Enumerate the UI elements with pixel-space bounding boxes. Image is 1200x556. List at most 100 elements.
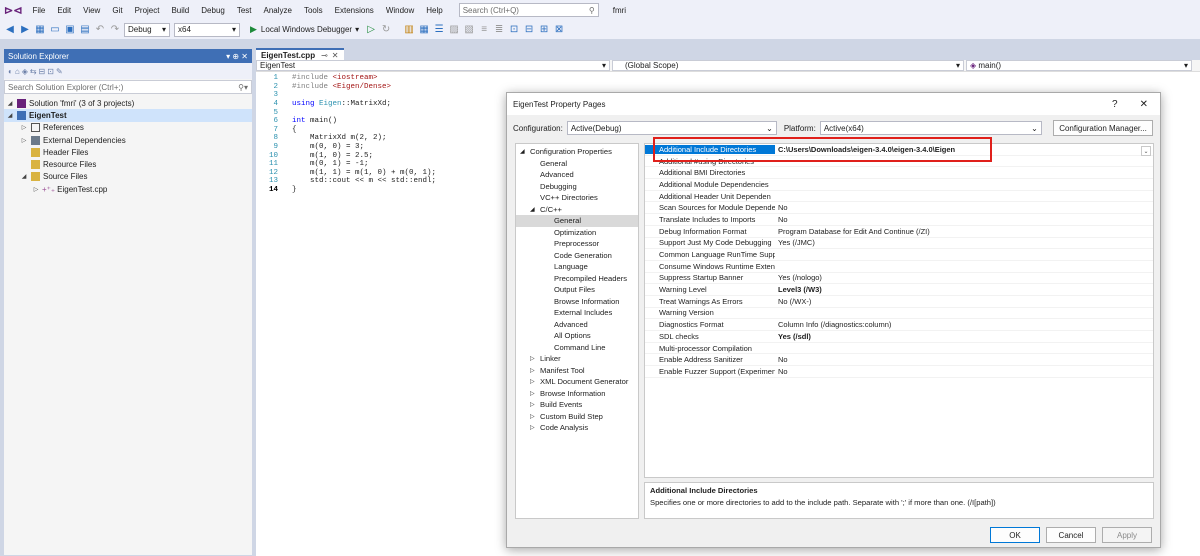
platform-select[interactable]: Active(x64) ⌄ [819, 121, 1042, 135]
category-item[interactable]: Optimization [516, 227, 638, 239]
properties-icon[interactable]: ✎ [56, 67, 65, 76]
category-item[interactable]: VC++ Directories [516, 192, 638, 204]
category-item[interactable]: Code Generation [516, 250, 638, 262]
menu-analyze[interactable]: Analyze [264, 6, 292, 15]
open-icon[interactable]: ▭ [49, 24, 61, 36]
code-line[interactable]: 1 #include <iostream> [256, 74, 1200, 83]
hot-reload-icon[interactable]: ↻ [380, 24, 392, 36]
home-icon[interactable]: ⌂ [15, 67, 22, 76]
property-row[interactable]: Warning Level Level3 (/W3) [645, 284, 1153, 296]
expander-icon[interactable]: ▷ [530, 378, 540, 385]
property-row[interactable]: SDL checks Yes (/sdl) [645, 331, 1153, 343]
property-row[interactable]: Additional BMI Directories [645, 167, 1153, 180]
collapsed-icon[interactable]: ▷ [20, 137, 28, 144]
property-row[interactable]: Support Just My Code Debugging Yes (/JMC) [645, 238, 1153, 250]
expander-icon[interactable]: ▷ [530, 355, 540, 362]
expand-icon[interactable]: ◢ [6, 112, 14, 119]
property-row[interactable]: Translate Includes to Imports No [645, 214, 1153, 226]
category-item[interactable]: Advanced [516, 319, 638, 331]
collapse-icon[interactable]: ⊟ [39, 67, 48, 76]
uncomment-icon[interactable]: ≣ [493, 24, 505, 36]
code-line[interactable]: 2 #include <Eigen/Dense> [256, 83, 1200, 92]
collapsed-icon[interactable]: ▷ [32, 186, 40, 193]
platform-dropdown[interactable]: x64 ▾ [174, 22, 240, 37]
expander-icon[interactable]: ▷ [530, 424, 540, 431]
menu-test[interactable]: Test [237, 6, 252, 15]
configuration-dropdown[interactable]: Debug ▾ [124, 22, 170, 37]
save-all-icon[interactable]: ▤ [79, 24, 91, 36]
category-item[interactable]: Language [516, 261, 638, 273]
category-item[interactable]: ◢ Configuration Properties [516, 146, 638, 158]
tree-item-solution[interactable]: ◢ Solution 'fmri' (3 of 3 projects) [4, 97, 252, 109]
start-debugger-button[interactable]: ▶ Local Windows Debugger ▾ [250, 24, 359, 35]
menu-build[interactable]: Build [171, 6, 189, 15]
help-button[interactable]: ? [1112, 99, 1118, 110]
category-item[interactable]: Precompiled Headers [516, 273, 638, 285]
property-value[interactable]: No [775, 203, 788, 212]
tree-item-source-files[interactable]: ◢ Source Files [4, 171, 252, 183]
property-value[interactable]: Yes (/nologo) [775, 273, 822, 282]
property-row[interactable]: Multi-processor Compilation [645, 343, 1153, 355]
ok-button[interactable]: OK [990, 527, 1040, 543]
expander-icon[interactable]: ▷ [530, 413, 540, 420]
comment-icon[interactable]: ≡ [478, 24, 490, 36]
menu-view[interactable]: View [83, 6, 100, 15]
expander-icon[interactable]: ◢ [530, 206, 540, 213]
property-row[interactable]: Suppress Startup Banner Yes (/nologo) [645, 273, 1153, 285]
tree-item-eigentest-cpp[interactable]: ▷ +⁺₊ EigenTest.cpp [4, 183, 252, 195]
menu-git[interactable]: Git [112, 6, 122, 15]
property-value[interactable]: Program Database for Edit And Continue (… [775, 227, 930, 236]
start-without-debugging-icon[interactable]: ▷ [365, 24, 377, 36]
property-value[interactable]: Level3 (/W3) [775, 285, 822, 294]
category-item[interactable]: Browse Information [516, 296, 638, 308]
back-icon[interactable]: ◀ [4, 24, 16, 36]
sync-icon[interactable]: ⇆ [30, 67, 39, 76]
category-item[interactable]: ▷ Custom Build Step [516, 411, 638, 423]
close-button[interactable]: ✕ [1140, 99, 1148, 110]
toolbar-icon[interactable]: ▦ [418, 24, 430, 36]
forward-icon[interactable]: ▶ [19, 24, 31, 36]
property-value[interactable]: Column Info (/diagnostics:column) [775, 320, 891, 329]
configuration-select[interactable]: Active(Debug) ⌄ [566, 121, 777, 135]
bookmark-next-icon[interactable]: ⊞ [538, 24, 550, 36]
expander-icon[interactable]: ▷ [530, 367, 540, 374]
menu-tools[interactable]: Tools [304, 6, 323, 15]
property-row[interactable]: Scan Sources for Module Depende No [645, 202, 1153, 215]
category-item[interactable]: ▷ Browse Information [516, 388, 638, 400]
nav-project-dropdown[interactable]: EigenTest ▾ [256, 60, 610, 71]
category-item[interactable]: ◢ C/C++ [516, 204, 638, 216]
property-row[interactable]: Common Language RunTime Supp [645, 249, 1153, 261]
bookmark-clear-icon[interactable]: ⊠ [553, 24, 565, 36]
category-item[interactable]: All Options [516, 330, 638, 342]
category-item[interactable]: Output Files [516, 284, 638, 296]
property-value[interactable]: No [775, 215, 788, 224]
property-value[interactable]: Yes (/JMC) [775, 238, 815, 247]
menu-file[interactable]: File [32, 6, 45, 15]
category-item[interactable]: Advanced [516, 169, 638, 181]
menu-edit[interactable]: Edit [57, 6, 71, 15]
nav-scope-dropdown[interactable]: (Global Scope) ▾ [612, 60, 964, 71]
tree-item-external-deps[interactable]: ▷ External Dependencies [4, 134, 252, 146]
cancel-button[interactable]: Cancel [1046, 527, 1096, 543]
collapsed-icon[interactable]: ▷ [20, 124, 28, 131]
save-icon[interactable]: ▣ [64, 24, 76, 36]
panel-controls[interactable]: ▾ ⊕ ✕ [226, 52, 248, 61]
tree-item-project[interactable]: ◢ EigenTest [4, 109, 252, 122]
property-row[interactable]: Treat Warnings As Errors No (/WX-) [645, 296, 1153, 308]
category-item[interactable]: External Includes [516, 307, 638, 319]
search-input[interactable]: Search (Ctrl+Q) ⚲ [458, 3, 599, 17]
menu-help[interactable]: Help [426, 6, 442, 15]
property-row[interactable]: Warning Version [645, 308, 1153, 320]
category-item[interactable]: ▷ Code Analysis [516, 422, 638, 434]
expand-icon[interactable]: ◢ [6, 100, 14, 107]
toolbar-icon[interactable]: ▨ [448, 24, 460, 36]
back-icon[interactable]: ◐ [8, 67, 15, 76]
category-item[interactable]: ▷ Manifest Tool [516, 365, 638, 377]
expander-icon[interactable]: ▷ [530, 390, 540, 397]
property-value[interactable]: No [775, 367, 788, 376]
property-value[interactable]: Yes (/sdl) [775, 332, 811, 341]
property-row[interactable]: Debug Information Format Program Database… [645, 226, 1153, 238]
nav-member-dropdown[interactable]: ◈ main() ▾ [966, 60, 1192, 71]
property-row[interactable]: Consume Windows Runtime Exten [645, 261, 1153, 273]
pin-icon[interactable]: ⊸ [321, 51, 328, 60]
